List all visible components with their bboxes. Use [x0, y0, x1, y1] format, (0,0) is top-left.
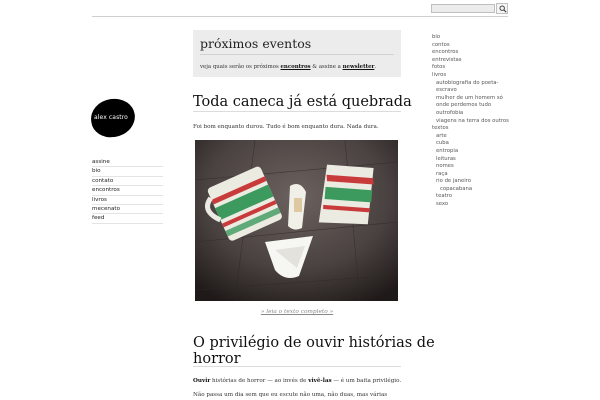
post-title-line: horror — [193, 351, 241, 367]
nav-item-bio[interactable]: bio — [432, 34, 509, 42]
nav-subitem-topic[interactable]: cuba — [432, 140, 509, 148]
nav-item-textos[interactable]: textos — [432, 125, 509, 133]
encontros-link[interactable]: encontros — [280, 64, 310, 70]
nav-item-livros[interactable]: livros — [432, 72, 509, 80]
nav-subitem-topic[interactable]: arte — [432, 133, 509, 141]
post-title[interactable]: O privilégio de ouvir histórias de horror — [193, 335, 435, 367]
events-text-part: & assine a — [310, 64, 343, 70]
events-text-part: . — [374, 64, 377, 70]
search-icon — [499, 5, 507, 13]
newsletter-link[interactable]: newsletter — [343, 64, 375, 70]
nav-item-contos[interactable]: contos — [432, 42, 509, 50]
events-title: próximos eventos — [200, 36, 312, 51]
excerpt-text: histórias de horror — ao invés de — [210, 378, 309, 384]
excerpt-bold: vivê-las — [308, 378, 332, 384]
post-title-divider — [193, 111, 401, 112]
nav-item-entrevistas[interactable]: entrevistas — [432, 57, 509, 65]
post-title-line: O privilégio de ouvir histórias de — [193, 335, 435, 351]
nav-item-fotos[interactable]: fotos — [432, 64, 509, 72]
post-excerpt: Foi bom enquanto durou. Tudo é bom enqua… — [193, 124, 379, 130]
nav-subitem-topic[interactable]: nomes — [432, 163, 509, 171]
nav-subitem-book[interactable]: viagens na terra dos outros — [432, 118, 509, 126]
nav-item-mecenato[interactable]: mecenato — [92, 205, 163, 215]
post-title-divider — [193, 366, 401, 367]
events-text: veja quais serão os próximos encontros &… — [200, 64, 376, 70]
nav-item-bio[interactable]: bio — [92, 167, 163, 177]
read-more-link[interactable]: » leia o texto completo » — [193, 309, 401, 315]
nav-subitem-book[interactable]: autobiografia do poeta- — [432, 80, 509, 88]
nav-subitem-book[interactable]: onde perdemos tudo — [432, 102, 509, 110]
events-divider — [200, 54, 394, 55]
post-excerpt: Ouvir histórias de horror — ao invés de … — [193, 378, 401, 384]
nav-item-encontros[interactable]: encontros — [92, 186, 163, 196]
nav-subitem-book[interactable]: escravo — [432, 87, 509, 95]
nav-subitem-topic[interactable]: sexo — [432, 201, 509, 209]
events-box: próximos eventos veja quais serão os pró… — [193, 30, 401, 77]
nav-item-contato[interactable]: contato — [92, 177, 163, 187]
left-nav: assine bio contato encontros livros mece… — [92, 158, 163, 224]
post-title[interactable]: Toda caneca já está quebrada — [193, 94, 412, 110]
nav-item-encontros[interactable]: encontros — [432, 49, 509, 57]
nav-subitem-topic[interactable]: entropia — [432, 148, 509, 156]
nav-item-assine[interactable]: assine — [92, 158, 163, 168]
nav-subitem-topic[interactable]: rio de janeiro — [432, 178, 509, 186]
right-nav: bio contos encontros entrevistas fotos l… — [432, 34, 509, 209]
excerpt-bold: Ouvir — [193, 378, 211, 384]
nav-subitem-book[interactable]: mulher de um homem só — [432, 95, 509, 103]
logo-text: alex castro — [94, 114, 128, 121]
nav-subitem-topic[interactable]: leituras — [432, 156, 509, 164]
search-button[interactable] — [496, 3, 508, 14]
post-excerpt: Não passa um dia sem que eu escute não u… — [193, 392, 388, 398]
events-text-part: veja quais serão os próximos — [200, 64, 281, 70]
nav-subitem-topic[interactable]: teatro — [432, 193, 509, 201]
search-input[interactable] — [431, 4, 495, 13]
nav-item-livros[interactable]: livros — [92, 196, 163, 205]
post-image-broken-mug[interactable] — [195, 140, 398, 301]
nav-subitem-topic[interactable]: copacabana — [432, 186, 509, 194]
excerpt-text: — é um baita privilégio. — [331, 378, 402, 384]
nav-subitem-topic[interactable]: raça — [432, 171, 509, 179]
nav-item-feed[interactable]: feed — [92, 214, 163, 224]
nav-subitem-book[interactable]: outrofobia — [432, 110, 509, 118]
